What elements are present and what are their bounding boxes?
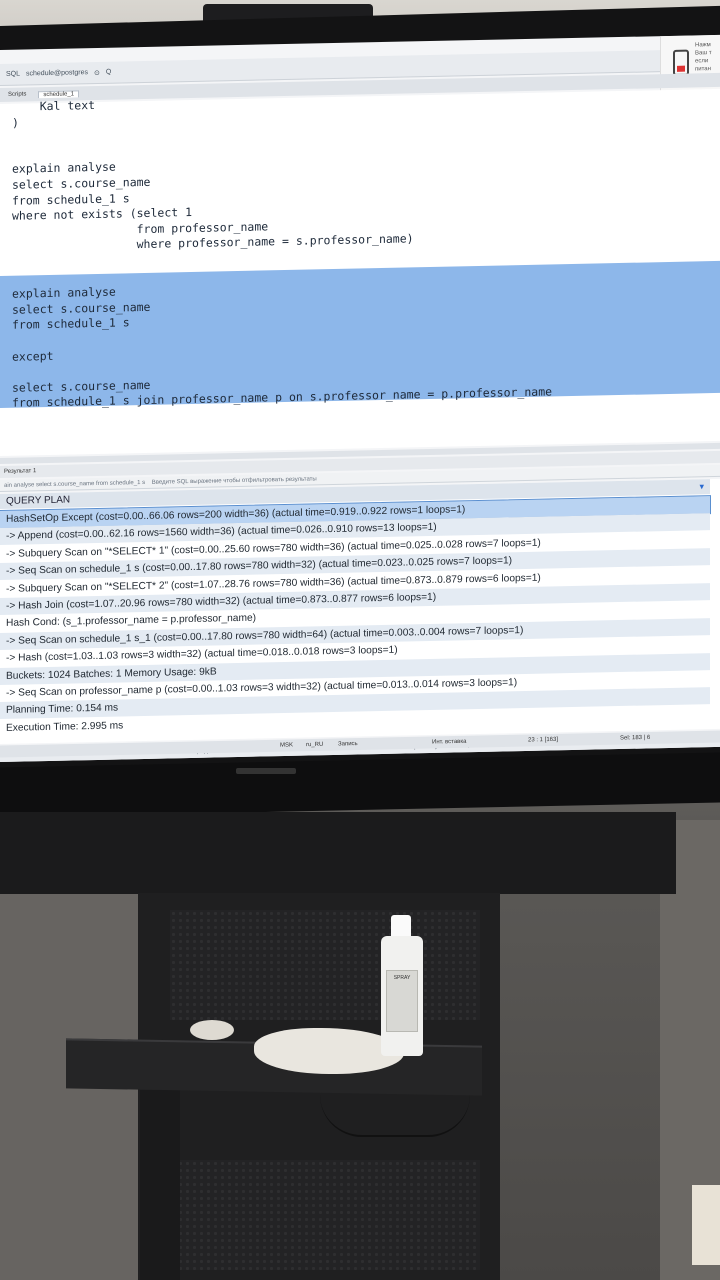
code-line[interactable]: from schedule_1 s — [12, 191, 130, 208]
notification-text: Нажм Ваш т если питан — [695, 42, 712, 73]
settings-icon[interactable]: ⊙ — [94, 68, 100, 76]
code-line[interactable]: Kal text — [12, 98, 95, 115]
cable — [320, 1095, 470, 1137]
code-line[interactable]: explain analyse — [12, 285, 116, 302]
locale-label: ru_RU — [306, 741, 324, 749]
monitor-logo — [236, 768, 296, 774]
stand-mesh-panel-lower — [170, 1160, 480, 1270]
insert-mode-label: Инт. вставка — [432, 738, 467, 746]
cloth-scrap — [190, 1020, 234, 1040]
filter-input[interactable]: Введите SQL выражение чтобы отфильтроват… — [152, 476, 317, 485]
battery-phone-icon — [673, 49, 689, 76]
ide-screen: SQL schedule@postgres ⊙ Q Нажм Ваш т есл… — [0, 34, 720, 762]
search-icon[interactable]: Q — [106, 69, 111, 76]
stand-mesh-panel — [170, 910, 480, 1020]
sql-editor[interactable]: Kal text) explain analyse select s.course_… — [0, 88, 720, 456]
timezone-label: MSK — [280, 742, 294, 749]
filter-query-text: ain analyse select s.course_name from sc… — [4, 479, 146, 489]
sql-icon[interactable]: SQL — [6, 71, 20, 78]
code-line[interactable]: select s.course_name — [12, 175, 150, 193]
code-line[interactable]: select s.course_name — [12, 300, 150, 318]
spray-bottle-label: SPRAY — [386, 970, 418, 1032]
bottle-label-text: SPRAY — [393, 975, 411, 981]
code-line[interactable]: explain analyse — [12, 160, 116, 177]
tab-schedule[interactable]: schedule_1 — [38, 89, 80, 98]
code-line[interactable]: except — [12, 348, 54, 364]
cursor-position: 23 : 1 [163] — [528, 736, 559, 744]
monitor-mount-bar — [0, 812, 676, 894]
code-line[interactable]: ) — [12, 115, 19, 130]
results-grid[interactable]: QUERY PLAN ▾ HashSetOp Except (cost=0.00… — [0, 478, 720, 744]
selection-info: Sel: 183 | 6 — [620, 734, 651, 742]
connection-selector[interactable]: schedule@postgres — [26, 69, 88, 77]
sort-filter-icon[interactable]: ▾ — [699, 479, 704, 494]
cardboard-box-edge — [692, 1185, 720, 1265]
code-line[interactable]: from schedule_1 s — [12, 316, 130, 333]
shelf-support — [140, 1090, 180, 1280]
tab-scripts[interactable]: Scripts — [4, 91, 30, 98]
write-mode-label: Запись — [338, 741, 358, 748]
column-header-label: QUERY PLAN — [6, 494, 71, 507]
